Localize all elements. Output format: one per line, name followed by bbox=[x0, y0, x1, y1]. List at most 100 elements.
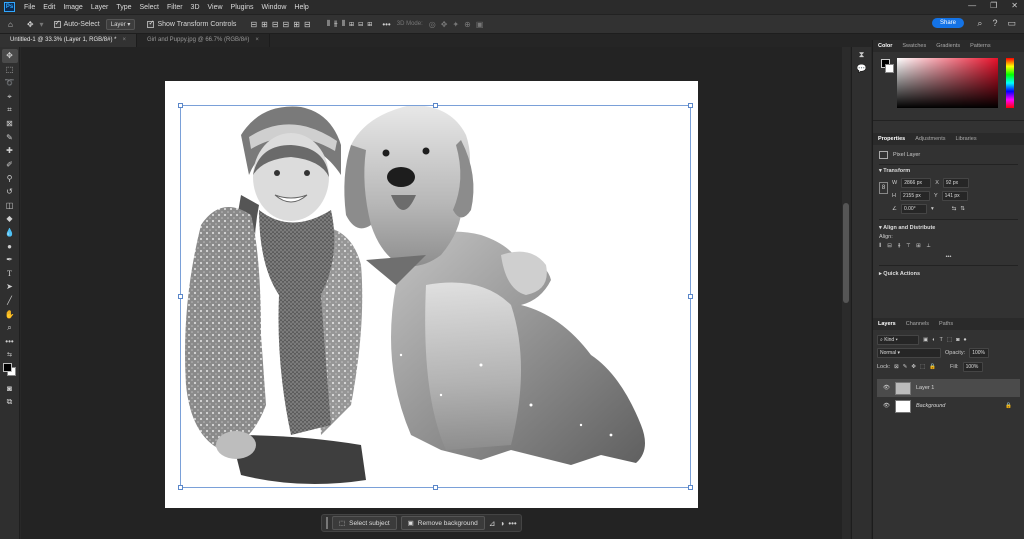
close-icon[interactable]: ✕ bbox=[1011, 1, 1018, 10]
layer-filter-icons[interactable]: ▣◐T⬚◙● bbox=[923, 337, 971, 343]
foreground-background-color[interactable] bbox=[2, 362, 18, 382]
eyedropper-tool-icon[interactable]: ✎ bbox=[2, 131, 18, 145]
home-icon[interactable]: ⌂ bbox=[8, 20, 13, 29]
menu-filter[interactable]: Filter bbox=[163, 4, 187, 11]
drag-handle[interactable] bbox=[326, 517, 328, 529]
flip-vertical-icon[interactable]: ⇅ bbox=[960, 206, 965, 212]
quick-actions-title[interactable]: ▸ Quick Actions bbox=[879, 271, 1018, 277]
share-button[interactable]: Share bbox=[931, 18, 964, 28]
line-tool-icon[interactable]: ╱ bbox=[2, 294, 18, 308]
show-transform-checkbox[interactable]: Show Transform Controls bbox=[147, 19, 236, 28]
menu-plugins[interactable]: Plugins bbox=[227, 4, 258, 11]
transform-bounding-box[interactable] bbox=[178, 103, 693, 490]
kind-filter-dropdown[interactable]: ⌕ Kind ▾ bbox=[877, 334, 919, 345]
transform-handle[interactable] bbox=[178, 103, 183, 108]
dodge-tool-icon[interactable]: ● bbox=[2, 239, 18, 253]
transform-handle[interactable] bbox=[433, 103, 438, 108]
visibility-eye-icon[interactable]: 👁 bbox=[883, 403, 890, 409]
transform-handle[interactable] bbox=[688, 103, 693, 108]
link-icon[interactable]: 8 bbox=[879, 182, 888, 194]
fill-field[interactable]: 100% bbox=[962, 362, 983, 372]
chevron-down-icon[interactable]: ▾ bbox=[40, 20, 44, 29]
tab-patterns[interactable]: Patterns bbox=[965, 43, 995, 49]
more-icon[interactable]: ••• bbox=[508, 519, 516, 528]
tab-properties[interactable]: Properties bbox=[873, 136, 910, 142]
blur-tool-icon[interactable]: 💧 bbox=[2, 226, 18, 240]
visibility-eye-icon[interactable]: 👁 bbox=[883, 385, 890, 391]
close-tab-icon[interactable]: × bbox=[255, 37, 259, 43]
zoom-tool-icon[interactable]: ⌕ bbox=[2, 321, 18, 335]
transform-icon[interactable]: ⊿ bbox=[489, 519, 496, 528]
more-icon[interactable]: ••• bbox=[879, 254, 1018, 260]
align-buttons[interactable]: ⫴⊟⫵⊤⊞⊥ bbox=[879, 243, 1018, 250]
paint-bucket-tool-icon[interactable]: ◆ bbox=[2, 212, 18, 226]
move-tool-icon[interactable]: ✥ bbox=[27, 20, 34, 29]
tab-color[interactable]: Color bbox=[873, 43, 897, 49]
menu-edit[interactable]: Edit bbox=[39, 4, 59, 11]
type-tool-icon[interactable]: T bbox=[2, 267, 18, 281]
tab-gradients[interactable]: Gradients bbox=[931, 43, 965, 49]
workspace-icon[interactable]: ▭ bbox=[1007, 18, 1016, 29]
frame-tool-icon[interactable]: ⊠ bbox=[2, 117, 18, 131]
layer-row-layer-1[interactable]: 👁 Layer 1 bbox=[877, 379, 1020, 397]
align-distribute-title[interactable]: ▾ Align and Distribute bbox=[879, 225, 1018, 231]
menu-type[interactable]: Type bbox=[112, 4, 135, 11]
hue-slider[interactable] bbox=[1006, 58, 1014, 108]
auto-select-checkbox[interactable]: Auto-Select bbox=[53, 19, 100, 28]
brush-tool-icon[interactable]: ✐ bbox=[2, 158, 18, 172]
menu-3d[interactable]: 3D bbox=[187, 4, 204, 11]
lock-icons[interactable]: ⊠✎✥⬚🔒 bbox=[894, 364, 940, 370]
vertical-scrollbar[interactable] bbox=[842, 47, 850, 539]
search-icon[interactable]: ⌕ bbox=[977, 18, 982, 29]
help-icon[interactable]: ? bbox=[992, 18, 997, 29]
restore-icon[interactable]: ❐ bbox=[990, 1, 997, 10]
x-field[interactable]: 92 px bbox=[942, 178, 969, 188]
transform-handle[interactable] bbox=[178, 485, 183, 490]
object-select-tool-icon[interactable]: ⌖ bbox=[2, 90, 18, 104]
screen-mode-icon[interactable]: ⧉ bbox=[2, 395, 18, 409]
more-options-icon[interactable]: ••• bbox=[382, 20, 390, 29]
background-swatch[interactable] bbox=[885, 64, 894, 73]
adjustment-icon[interactable]: ◑ bbox=[499, 519, 504, 528]
transform-handle[interactable] bbox=[433, 485, 438, 490]
menu-file[interactable]: File bbox=[20, 4, 39, 11]
transform-handle[interactable] bbox=[688, 294, 693, 299]
opacity-field[interactable]: 100% bbox=[969, 348, 990, 358]
history-brush-tool-icon[interactable]: ↺ bbox=[2, 185, 18, 199]
layer-select-dropdown[interactable]: Layer ▾ bbox=[105, 18, 136, 30]
more-tools-icon[interactable]: ••• bbox=[2, 334, 18, 348]
tab-swatches[interactable]: Swatches bbox=[897, 43, 931, 49]
width-field[interactable]: 2866 px bbox=[901, 178, 932, 188]
height-field[interactable]: 2155 px bbox=[899, 191, 930, 201]
angle-field[interactable]: 0.00° bbox=[900, 204, 927, 214]
pen-tool-icon[interactable]: ✒ bbox=[2, 253, 18, 267]
menu-window[interactable]: Window bbox=[258, 4, 291, 11]
canvas-area[interactable]: ⬚ Select subject ▣ Remove background ⊿ ◑ •… bbox=[21, 47, 850, 539]
close-tab-icon[interactable]: × bbox=[122, 37, 126, 43]
healing-brush-tool-icon[interactable]: ✚ bbox=[2, 144, 18, 158]
hand-tool-icon[interactable]: ✋ bbox=[2, 307, 18, 321]
menu-select[interactable]: Select bbox=[136, 4, 163, 11]
tab-channels[interactable]: Channels bbox=[901, 321, 934, 327]
select-subject-button[interactable]: ⬚ Select subject bbox=[332, 516, 397, 530]
history-panel-icon[interactable]: ⧗ bbox=[859, 50, 865, 60]
comments-panel-icon[interactable]: 💬 bbox=[857, 64, 867, 73]
transform-section-title[interactable]: ▾ Transform bbox=[879, 168, 1018, 174]
document-canvas[interactable] bbox=[165, 81, 698, 508]
remove-background-button[interactable]: ▣ Remove background bbox=[400, 516, 485, 530]
blend-mode-dropdown[interactable]: Normal ▾ bbox=[877, 348, 941, 358]
tab-paths[interactable]: Paths bbox=[934, 321, 958, 327]
scroll-thumb[interactable] bbox=[843, 203, 849, 303]
swap-colors-icon[interactable]: ⇆ bbox=[2, 348, 18, 362]
crop-tool-icon[interactable]: ⌗ bbox=[2, 103, 18, 117]
quick-mask-icon[interactable]: ◙ bbox=[2, 382, 18, 396]
eraser-tool-icon[interactable]: ◫ bbox=[2, 199, 18, 213]
menu-help[interactable]: Help bbox=[290, 4, 312, 11]
menu-image[interactable]: Image bbox=[59, 4, 86, 11]
y-field[interactable]: 141 px bbox=[941, 191, 968, 201]
clone-stamp-tool-icon[interactable]: ⚲ bbox=[2, 171, 18, 185]
transform-handle[interactable] bbox=[178, 294, 183, 299]
tab-layers[interactable]: Layers bbox=[873, 321, 901, 327]
transform-handle[interactable] bbox=[688, 485, 693, 490]
menu-layer[interactable]: Layer bbox=[87, 4, 113, 11]
